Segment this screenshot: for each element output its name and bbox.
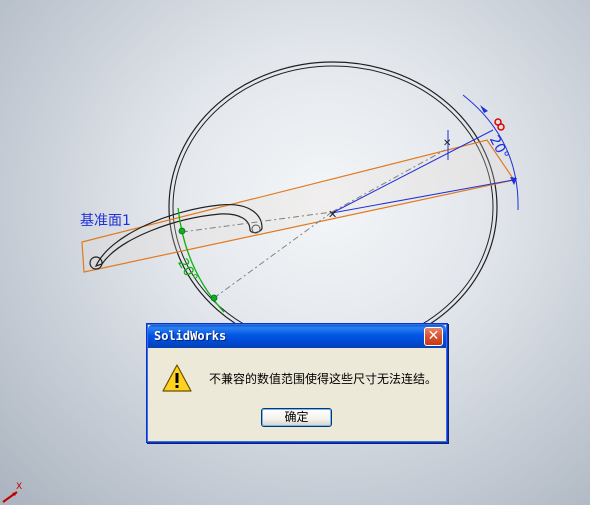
triad-icon: X	[2, 482, 22, 503]
dialog-titlebar[interactable]: SolidWorks ✕	[148, 325, 446, 348]
center-marker: ✕	[328, 208, 337, 221]
plane-label[interactable]: 基准面1	[80, 210, 131, 230]
dialog-title: SolidWorks	[154, 329, 227, 343]
warning-icon	[162, 364, 192, 392]
selected-point[interactable]	[497, 123, 505, 131]
error-dialog: SolidWorks ✕ 不兼容的数值范围使得这些尺寸无法连结。 确定	[146, 323, 448, 443]
plane-outline[interactable]	[81, 139, 515, 273]
close-button[interactable]: ✕	[424, 327, 443, 346]
triad-axis-label: X	[16, 482, 22, 492]
ok-button[interactable]: 确定	[261, 408, 332, 427]
endpoint-marker: ✕	[443, 138, 451, 149]
dialog-message: 不兼容的数值范围使得这些尺寸无法连结。	[209, 372, 438, 386]
point-green[interactable]	[210, 294, 218, 302]
point-green[interactable]	[178, 227, 186, 235]
